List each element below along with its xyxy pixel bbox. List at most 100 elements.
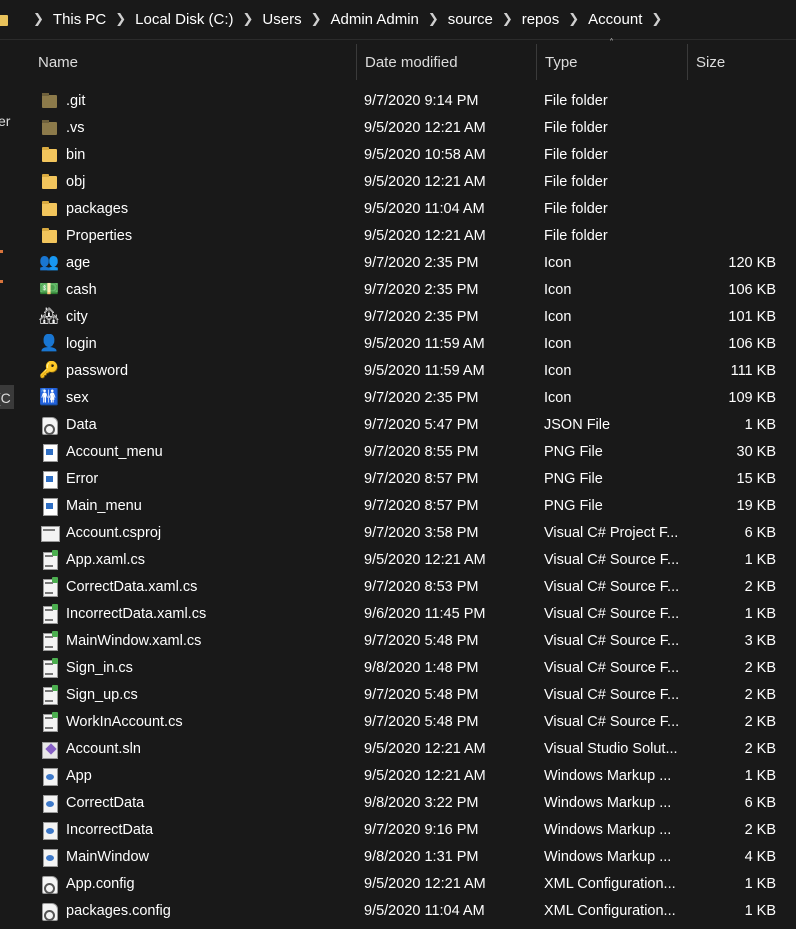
- file-size: 2 KB: [744, 740, 776, 757]
- config-file-icon: [39, 874, 59, 894]
- chevron-right-icon[interactable]: ❯: [559, 12, 588, 27]
- file-name-cell: App: [30, 766, 357, 786]
- file-row[interactable]: Properties 9/5/2020 12:21 AM File folder: [30, 222, 796, 249]
- nav-item-fragment[interactable]: er: [0, 113, 10, 129]
- column-header-size[interactable]: Size: [688, 44, 788, 80]
- file-row[interactable]: 👤 login 9/5/2020 11:59 AM Icon 106 KB: [30, 330, 796, 357]
- file-row[interactable]: IncorrectData 9/7/2020 9:16 PM Windows Mar…: [30, 816, 796, 843]
- folder-icon: [39, 118, 59, 138]
- nav-marker-icon: [0, 250, 3, 253]
- file-size: 1 KB: [744, 551, 776, 568]
- sort-caret-icon: ˄: [609, 38, 614, 49]
- file-row[interactable]: Main_menu 9/7/2020 8:57 PM PNG File 19 KB: [30, 492, 796, 519]
- file-size: 1 KB: [744, 767, 776, 784]
- file-row[interactable]: obj 9/5/2020 12:21 AM File folder: [30, 168, 796, 195]
- file-date: 9/7/2020 9:14 PM: [364, 92, 479, 109]
- file-name: App: [66, 767, 92, 784]
- breadcrumb-local-disk[interactable]: Local Disk (C:): [135, 11, 233, 28]
- chevron-right-icon[interactable]: ❯: [642, 12, 671, 27]
- file-row[interactable]: 🚻 sex 9/7/2020 2:35 PM Icon 109 KB: [30, 384, 796, 411]
- file-row[interactable]: 💵 cash 9/7/2020 2:35 PM Icon 106 KB: [30, 276, 796, 303]
- file-name-cell: CorrectData: [30, 793, 357, 813]
- file-row[interactable]: .vs 9/5/2020 12:21 AM File folder: [30, 114, 796, 141]
- breadcrumb-account[interactable]: Account: [588, 11, 642, 28]
- file-row[interactable]: IncorrectData.xaml.cs 9/6/2020 11:45 PM Vi…: [30, 600, 796, 627]
- file-name: WorkInAccount.cs: [66, 713, 183, 730]
- file-type: Windows Markup ...: [544, 821, 672, 838]
- file-date: 9/5/2020 12:21 AM: [364, 551, 486, 568]
- file-name: packages: [66, 200, 129, 217]
- gender-icon: 🚻: [39, 388, 59, 406]
- file-type: Visual C# Project F...: [544, 524, 679, 541]
- breadcrumb-repos[interactable]: repos: [522, 11, 560, 28]
- file-type: File folder: [544, 146, 608, 163]
- file-name-cell: MainWindow.xaml.cs: [30, 630, 357, 651]
- file-row[interactable]: App 9/5/2020 12:21 AM Windows Markup ... 1 …: [30, 762, 796, 789]
- breadcrumb-this-pc[interactable]: This PC: [53, 11, 106, 28]
- json-file-icon: [39, 415, 59, 435]
- file-row[interactable]: MainWindow.xaml.cs 9/7/2020 5:48 PM Visual…: [30, 627, 796, 654]
- file-type: File folder: [544, 92, 608, 109]
- file-name-cell: Data: [30, 415, 357, 435]
- file-name: Error: [66, 470, 99, 487]
- chevron-right-icon[interactable]: ❯: [302, 12, 331, 27]
- file-type: Icon: [544, 362, 572, 379]
- folder-icon: [39, 172, 59, 192]
- file-row[interactable]: packages 9/5/2020 11:04 AM File folder: [30, 195, 796, 222]
- file-row[interactable]: Account.sln 9/5/2020 12:21 AM Visual Studi…: [30, 735, 796, 762]
- nav-item-fragment[interactable]: (C: [0, 390, 11, 406]
- file-name: Properties: [66, 227, 133, 244]
- file-name-cell: Properties: [30, 226, 357, 246]
- breadcrumb-source[interactable]: source: [448, 11, 493, 28]
- badge-icon: [52, 576, 58, 583]
- chevron-right-icon[interactable]: ❯: [419, 12, 448, 27]
- file-size: 120 KB: [728, 254, 776, 271]
- file-row[interactable]: App.config 9/5/2020 12:21 AM XML Configura…: [30, 870, 796, 897]
- file-row[interactable]: Data 9/7/2020 5:47 PM JSON File 1 KB: [30, 411, 796, 438]
- people-icon: 👥: [39, 253, 59, 271]
- cs-file-icon: [39, 603, 59, 624]
- file-name-cell: IncorrectData: [30, 820, 357, 840]
- file-row[interactable]: Sign_up.cs 9/7/2020 5:48 PM Visual C# Sour…: [30, 681, 796, 708]
- file-row[interactable]: packages.config 9/5/2020 11:04 AM XML Conf…: [30, 897, 796, 924]
- file-row[interactable]: 🔑 password 9/5/2020 11:59 AM Icon 111 KB: [30, 357, 796, 384]
- badge-icon: [52, 684, 58, 691]
- file-row[interactable]: Error 9/7/2020 8:57 PM PNG File 15 KB: [30, 465, 796, 492]
- file-size: 2 KB: [744, 578, 776, 595]
- breadcrumb-users[interactable]: Users: [262, 11, 301, 28]
- file-row[interactable]: Sign_in.cs 9/8/2020 1:48 PM Visual C# Sour…: [30, 654, 796, 681]
- file-row[interactable]: CorrectData 9/8/2020 3:22 PM Windows Marku…: [30, 789, 796, 816]
- file-type: XML Configuration...: [544, 875, 676, 892]
- file-row[interactable]: bin 9/5/2020 10:58 AM File folder: [30, 141, 796, 168]
- file-type: Visual C# Source F...: [544, 632, 680, 649]
- file-date: 9/7/2020 8:57 PM: [364, 470, 479, 487]
- file-row[interactable]: .git 9/7/2020 9:14 PM File folder: [30, 87, 796, 114]
- column-header-type[interactable]: ˄ Type: [537, 38, 688, 80]
- breadcrumb-admin-admin[interactable]: Admin Admin: [331, 11, 419, 28]
- file-row[interactable]: Account_menu 9/7/2020 8:55 PM PNG File 30 K…: [30, 438, 796, 465]
- file-row[interactable]: Account.csproj 9/7/2020 3:58 PM Visual C# …: [30, 519, 796, 546]
- column-header-date[interactable]: Date modified: [357, 44, 537, 80]
- file-size: 3 KB: [744, 632, 776, 649]
- xaml-file-icon: [39, 847, 59, 867]
- chevron-right-icon[interactable]: ❯: [24, 12, 53, 27]
- file-row[interactable]: 🏘 city 9/7/2020 2:35 PM Icon 101 KB: [30, 303, 796, 330]
- file-type: Icon: [544, 389, 572, 406]
- chevron-right-icon[interactable]: ❯: [106, 12, 135, 27]
- file-row[interactable]: App.xaml.cs 9/5/2020 12:21 AM Visual C# So…: [30, 546, 796, 573]
- file-row[interactable]: 👥 age 9/7/2020 2:35 PM Icon 120 KB: [30, 249, 796, 276]
- file-size: 109 KB: [728, 389, 776, 406]
- file-row[interactable]: CorrectData.xaml.cs 9/7/2020 8:53 PM Visua…: [30, 573, 796, 600]
- file-date: 9/6/2020 11:45 PM: [364, 605, 486, 622]
- column-header-name[interactable]: Name: [30, 44, 357, 80]
- file-name: Account_menu: [66, 443, 163, 460]
- chevron-right-icon[interactable]: ❯: [493, 12, 522, 27]
- file-row[interactable]: WorkInAccount.cs 9/7/2020 5:48 PM Visual C…: [30, 708, 796, 735]
- file-row[interactable]: MainWindow 9/8/2020 1:31 PM Windows Markup…: [30, 843, 796, 870]
- address-bar[interactable]: ❯ This PC ❯ Local Disk (C:) ❯ Users ❯ Ad…: [0, 0, 796, 40]
- file-date: 9/7/2020 8:55 PM: [364, 443, 479, 460]
- chevron-right-icon[interactable]: ❯: [234, 12, 263, 27]
- key-icon: 🔑: [39, 361, 59, 379]
- navigation-pane[interactable]: er (C: [0, 40, 14, 929]
- file-size: 15 KB: [736, 470, 777, 487]
